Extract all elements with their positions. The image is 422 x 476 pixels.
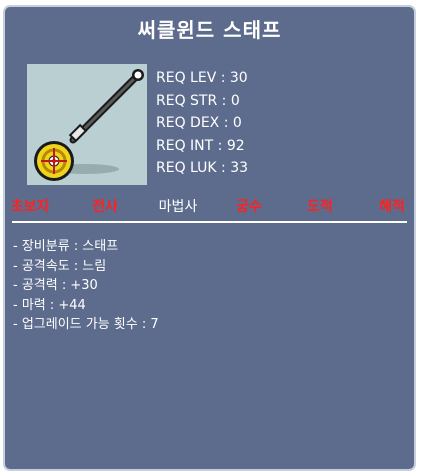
job-warrior: 전사: [92, 199, 118, 215]
job-magician: 마법사: [158, 199, 198, 215]
item-name: 써클윈드 스태프: [137, 18, 282, 42]
stats-list: - 장비분류 : 스태프 - 공격속도 : 느림 - 공격력 : +30 - 마…: [13, 237, 159, 335]
item-tooltip: 써클윈드 스태프 REQ LEV : 30 REQ STR : 0 REQ DE…: [3, 5, 416, 471]
stat-upgrades: - 업그레이드 가능 횟수 : 7: [13, 317, 159, 333]
job-bowman: 궁수: [236, 199, 262, 215]
stat-magic: - 마력 : +44: [13, 297, 86, 313]
stat-attack: - 공격력 : +30: [13, 278, 98, 294]
req-luk: REQ LUK : 33: [156, 160, 249, 176]
job-beginner: 초보자: [10, 199, 50, 215]
stat-attack-speed: - 공격속도 : 느림: [13, 258, 107, 274]
job-list: 초보자 전사 마법사 궁수 도적 해적: [5, 196, 418, 218]
req-str: REQ STR : 0: [156, 92, 240, 109]
divider: [12, 221, 407, 223]
req-level: REQ LEV : 30: [156, 70, 248, 86]
item-image: [27, 64, 147, 185]
req-int: REQ INT : 92: [156, 137, 245, 154]
staff-icon: [34, 69, 144, 181]
requirements-list: REQ LEV : 30 REQ STR : 0 REQ DEX : 0 REQ…: [156, 67, 248, 180]
job-pirate: 해적: [379, 199, 405, 215]
stat-category: - 장비분류 : 스태프: [13, 239, 119, 254]
req-dex: REQ DEX : 0: [156, 115, 242, 131]
job-thief: 도적: [307, 199, 333, 215]
